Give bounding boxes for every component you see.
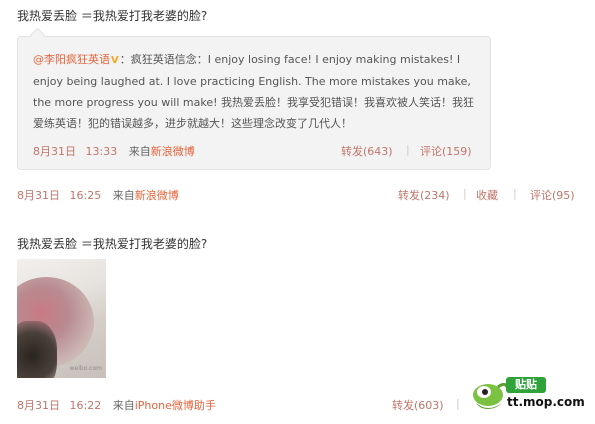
logo-url: tt.mop.com: [507, 395, 585, 409]
post-time[interactable]: 16:22: [70, 399, 102, 412]
divider: |: [456, 397, 460, 410]
post-source-prefix: 来自: [112, 189, 135, 202]
post-text: 我热爱丢脸 ＝我热爱打我老婆的脸?: [17, 9, 208, 23]
logo-tag: 贴贴: [506, 377, 546, 393]
retweet-content: @李阳疯狂英语V：疯狂英语信念：I enjoy losing face! I e…: [33, 49, 481, 134]
retweet-repost-link[interactable]: 转发(643): [341, 143, 393, 159]
divider: |: [406, 143, 410, 156]
divider: |: [513, 187, 517, 200]
post-text: 我热爱丢脸 ＝我热爱打我老婆的脸?: [17, 237, 208, 251]
image-watermark: weibo.com: [69, 365, 102, 372]
repost-link[interactable]: 转发(234): [398, 187, 450, 203]
post-source-prefix: 来自: [112, 399, 135, 412]
comment-link[interactable]: 评论(95): [530, 187, 575, 203]
post-image[interactable]: weibo.com: [17, 259, 106, 378]
post-time[interactable]: 16:25: [70, 189, 102, 202]
retweet-source-prefix: 来自: [128, 145, 151, 158]
repost-link[interactable]: 转发(603): [392, 397, 444, 413]
post-source-link[interactable]: 新浪微博: [135, 189, 179, 202]
favorite-link[interactable]: 收藏: [476, 187, 498, 203]
retweet-comment-link[interactable]: 评论(159): [420, 143, 472, 159]
retweet-date[interactable]: 8月31日: [33, 145, 76, 158]
divider: |: [463, 187, 467, 200]
post-source-link[interactable]: iPhone微博助手: [135, 399, 216, 412]
retweet-time[interactable]: 13:33: [86, 145, 118, 158]
retweet-source-link[interactable]: 新浪微博: [151, 145, 195, 158]
verified-icon: V: [111, 55, 119, 66]
image-content: [17, 321, 57, 378]
post-date[interactable]: 8月31日: [17, 399, 60, 412]
post-meta: 8月31日 16:22 来自iPhone微博助手: [17, 397, 216, 413]
post-date[interactable]: 8月31日: [17, 189, 60, 202]
retweet-meta: 8月31日 13:33 来自新浪微博: [33, 143, 195, 159]
post-meta: 8月31日 16:25 来自新浪微博: [17, 187, 179, 203]
retweet-author-link[interactable]: @李阳疯狂英语: [33, 53, 110, 66]
